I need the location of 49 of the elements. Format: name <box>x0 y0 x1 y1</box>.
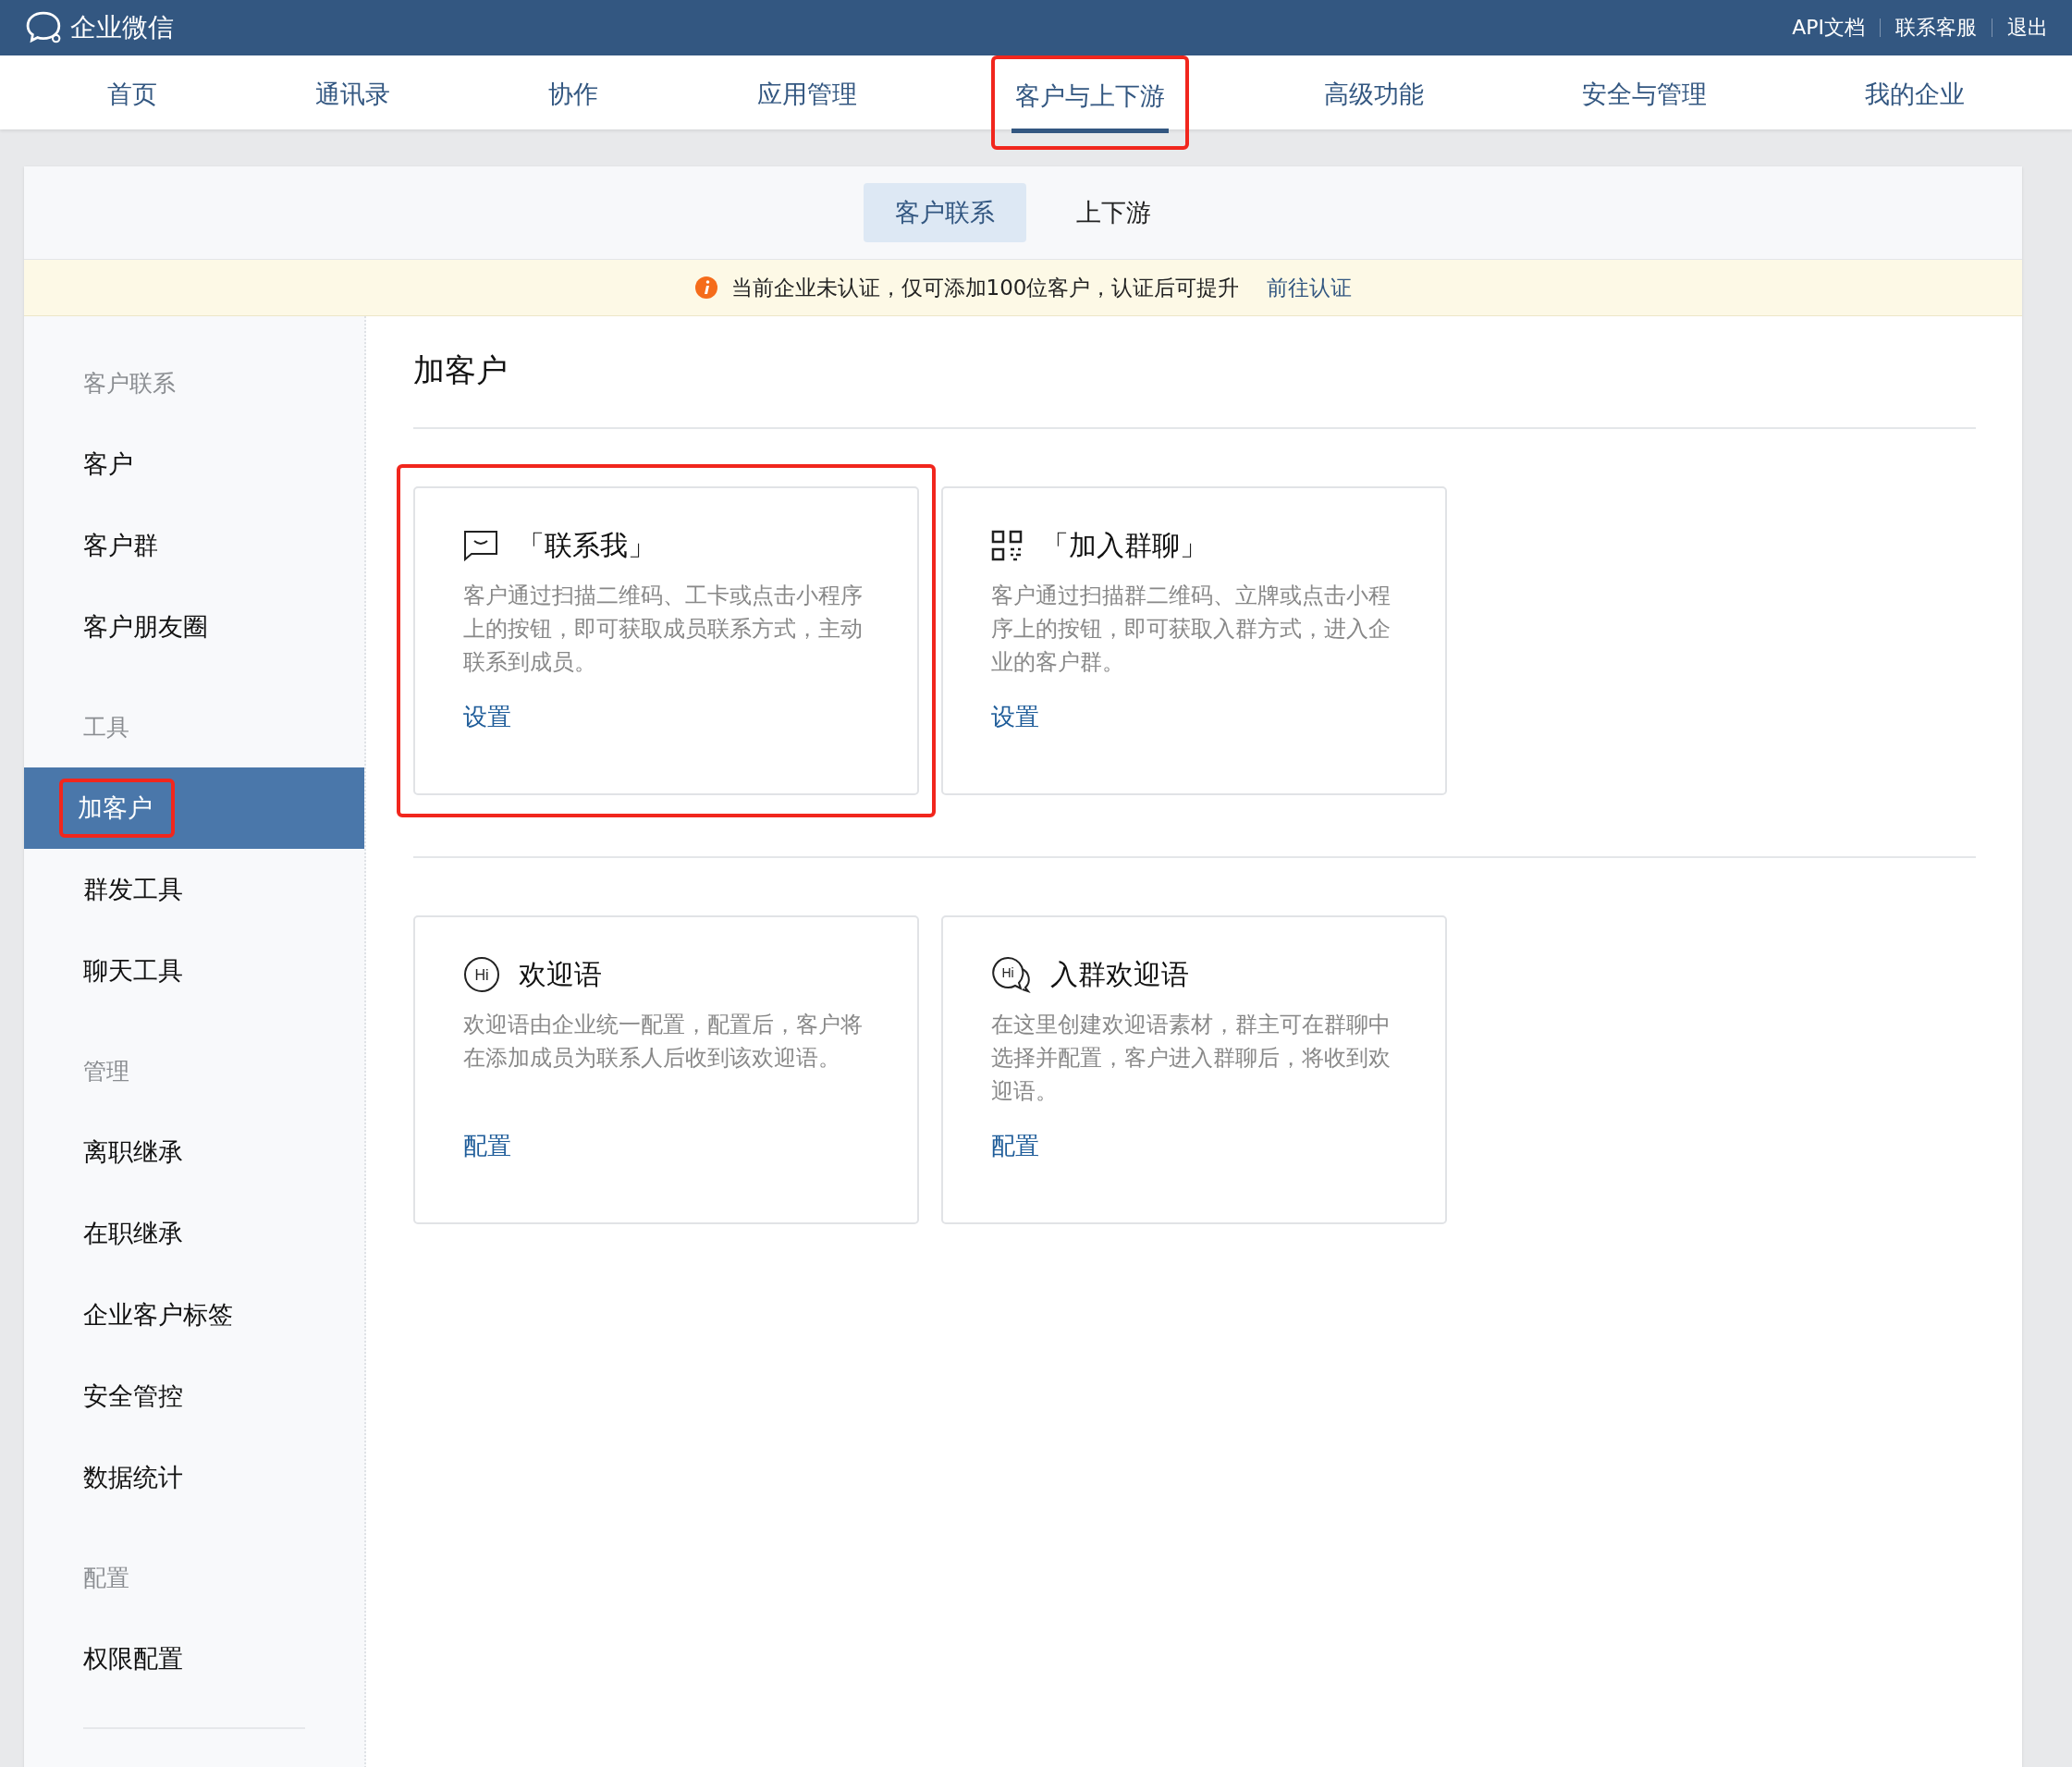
header-link[interactable]: 退出 <box>2007 14 2048 42</box>
card-title: 入群欢迎语 <box>1050 956 1189 992</box>
sidebar-item[interactable]: 企业客户标签 <box>24 1274 364 1356</box>
sidebar-heading: 客户联系 <box>82 368 177 399</box>
header-link[interactable]: API文档 <box>1792 14 1865 42</box>
sidebar-item[interactable]: 权限配置 <box>24 1618 364 1700</box>
nav-tab[interactable]: 客户与上下游 <box>1011 59 1170 133</box>
nav-tab[interactable]: 首页 <box>103 57 161 131</box>
sub-tab[interactable]: 客户联系 <box>864 183 1026 242</box>
card-description: 客户通过扫描群二维码、立牌或点击小程序上的按钮，即可获取入群方式，进入企业的客户群。 <box>991 582 1392 677</box>
verify-link[interactable]: 前往认证 <box>1267 273 1353 302</box>
sub-tab[interactable]: 上下游 <box>1045 183 1183 242</box>
logo-text: 企业微信 <box>70 11 174 44</box>
card-description: 在这里创建欢迎语素材，群主可在群聊中选择并配置，客户进入群聊后，将收到欢迎语。 <box>991 1011 1392 1106</box>
sidebar-item[interactable]: 加客户 <box>24 767 364 849</box>
card-title: 「加入群聊」 <box>1041 527 1208 563</box>
sidebar-item[interactable]: 安全管控 <box>24 1356 364 1437</box>
sidebar-item[interactable]: 离职继承 <box>24 1111 364 1193</box>
card-action-link[interactable]: 配置 <box>991 1130 1039 1162</box>
sidebar-heading: 管理 <box>82 1056 130 1086</box>
sidebar-heading: 配置 <box>82 1563 130 1593</box>
header-link[interactable]: 联系客服 <box>1895 14 1977 42</box>
sidebar-item[interactable]: 数据统计 <box>24 1437 364 1518</box>
card-action-link[interactable]: 设置 <box>463 701 511 733</box>
chat-bubble-icon <box>463 530 498 561</box>
card-action-link[interactable]: 设置 <box>991 701 1039 733</box>
card-description: 欢迎语由企业统一配置，配置后，客户将在添加成员为联系人后收到该欢迎语。 <box>463 1011 864 1073</box>
nav-tab[interactable]: 通讯录 <box>312 57 395 131</box>
card-title: 欢迎语 <box>519 956 602 992</box>
sidebar-heading: 工具 <box>82 712 130 742</box>
card-description: 客户通过扫描二维码、工卡或点击小程序上的按钮，即可获取成员联系方式，主动联系到成员。 <box>463 582 864 677</box>
sidebar-item[interactable]: 聊天工具 <box>24 930 364 1012</box>
nav-tab[interactable]: 高级功能 <box>1319 57 1428 131</box>
nav-tab[interactable]: 应用管理 <box>753 57 861 131</box>
hi-circle-icon: Hi <box>463 956 500 993</box>
card-title: 「联系我」 <box>517 527 656 563</box>
sidebar-item[interactable]: 在职继承 <box>24 1193 364 1274</box>
sidebar-item[interactable]: 客户 <box>24 423 364 505</box>
sidebar-item[interactable]: 客户朋友圈 <box>24 586 364 668</box>
card-action-link[interactable]: 配置 <box>463 1130 511 1162</box>
nav-tab[interactable]: 协作 <box>545 57 603 131</box>
qr-code-icon <box>991 530 1023 561</box>
nav-tab[interactable]: 安全与管理 <box>1577 57 1710 131</box>
sidebar-item[interactable]: 群发工具 <box>24 849 364 930</box>
info-icon <box>693 276 718 300</box>
sidebar-item[interactable]: 客户群 <box>24 505 364 586</box>
page-title: 加客户 <box>413 350 509 390</box>
nav-tab[interactable]: 我的企业 <box>1861 57 1969 131</box>
notice-text: 当前企业未认证，仅可添加100位客户，认证后可提升 <box>730 274 1240 301</box>
